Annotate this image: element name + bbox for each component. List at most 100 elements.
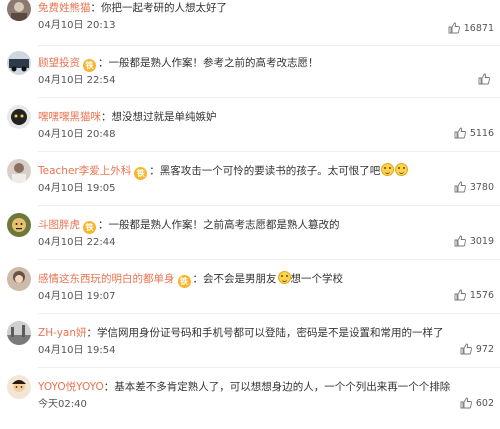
- thumbs-up-icon: [448, 22, 460, 34]
- avatar-image: [7, 159, 31, 183]
- username-link[interactable]: Teacher李爱上外科: [38, 165, 131, 177]
- like-button[interactable]: 1576: [454, 287, 494, 305]
- divider: [38, 313, 500, 314]
- like-count: 3019: [469, 236, 494, 247]
- colon-separator: ：: [192, 273, 204, 285]
- divider: [38, 259, 500, 260]
- comment-item: 斗图胖虎铁：一般都是熟人作案！之前高考志愿都是熟人篡改的 04月10日 22:4…: [0, 213, 500, 267]
- avatar[interactable]: [7, 375, 31, 399]
- username-link[interactable]: 嘿嘿嘿黑猫咪: [38, 111, 101, 123]
- laughing-emoji-icon: [381, 163, 395, 176]
- avatar[interactable]: [7, 267, 31, 291]
- fan-badge-icon: 铁: [177, 275, 191, 288]
- like-button[interactable]: 3780: [454, 179, 494, 197]
- comment-date: 04月10日 19:05: [38, 183, 116, 194]
- comment-text: 基本差不多肯定熟人了，可以想想身边的人，一个个列出来再一个个排除: [114, 381, 451, 393]
- avatar[interactable]: [7, 51, 31, 75]
- like-button[interactable]: 3019: [454, 233, 494, 251]
- avatar-image: [7, 267, 31, 291]
- colon-separator: ：: [90, 2, 102, 14]
- thumbs-up-icon: [478, 73, 490, 85]
- avatar-image: [7, 51, 31, 75]
- avatar-image: [7, 321, 31, 345]
- username-link[interactable]: ZH-yan妍: [38, 327, 87, 339]
- laughing-emoji-icon: [395, 163, 409, 176]
- thumbs-up-icon: [454, 235, 466, 247]
- comment-line: 斗图胖虎铁：一般都是熟人作案！之前高考志愿都是熟人篡改的: [38, 217, 490, 234]
- like-count: 3780: [469, 182, 494, 193]
- colon-separator: ：: [101, 111, 112, 123]
- username-link[interactable]: 顾望投资: [38, 57, 80, 69]
- comment-line: YOYO悦YOYO：基本差不多肯定熟人了，可以想想身边的人，一个个列出来再一个个…: [38, 379, 490, 395]
- comment-line: 顾望投资铁：一般都是熟人作案！参考之前的高考改志愿！: [38, 55, 490, 72]
- comment-line: ZH-yan妍：学信网用身份证号码和手机号都可以登陆，密码是不是设置和常用的一样…: [38, 325, 490, 341]
- fan-badge-icon: 铁: [83, 221, 96, 234]
- comment-line: 感情这东西玩的明白的都单身铁：会不会是男朋友 想一个学校: [38, 271, 490, 288]
- avatar-image: [7, 375, 31, 399]
- fan-badge-icon: 铁: [134, 167, 148, 180]
- comment-date: 今天02:40: [38, 399, 87, 410]
- avatar-image: [7, 105, 31, 129]
- like-count: 972: [475, 344, 494, 355]
- comment-date: 04月10日 20:48: [38, 129, 116, 140]
- comment-date: 04月10日 22:54: [38, 75, 116, 86]
- like-count: 602: [475, 398, 494, 409]
- comment-item: YOYO悦YOYO：基本差不多肯定熟人了，可以想想身边的人，一个个列出来再一个个…: [0, 375, 500, 429]
- like-count: 1576: [469, 290, 494, 301]
- comment-text-continued: 想一个学校: [290, 273, 344, 285]
- like-button[interactable]: 972: [460, 341, 494, 359]
- comment-date: 04月10日 19:54: [38, 345, 116, 356]
- avatar[interactable]: [7, 159, 31, 183]
- colon-separator: ：: [149, 165, 160, 177]
- divider: [38, 45, 500, 46]
- like-button[interactable]: 5116: [454, 125, 494, 143]
- avatar[interactable]: [7, 213, 31, 237]
- comment-text: 一般都是熟人作案！参考之前的高考改志愿！: [108, 57, 319, 69]
- colon-separator: ：: [103, 381, 115, 393]
- comment-item: 嘿嘿嘿黑猫咪：想没想过就是单纯嫉妒 04月10日 20:48 5116: [0, 105, 500, 159]
- colon-separator: ：: [86, 327, 98, 339]
- divider: [38, 151, 500, 152]
- comment-line: 嘿嘿嘿黑猫咪：想没想过就是单纯嫉妒: [38, 109, 490, 125]
- comment-item: ZH-yan妍：学信网用身份证号码和手机号都可以登陆，密码是不是设置和常用的一样…: [0, 321, 500, 375]
- comment-text: 会不会是男朋友: [203, 273, 277, 285]
- like-count: 5116: [469, 128, 494, 139]
- comment-text: 学信网用身份证号码和手机号都可以登陆，密码是不是设置和常用的一样了: [97, 327, 444, 339]
- comment-line: Teacher李爱上外科铁：黑客攻击一个可怜的要读书的孩子。太可恨了吧: [38, 163, 490, 180]
- colon-separator: ：: [98, 219, 109, 231]
- divider: [38, 97, 500, 98]
- avatar-image: [7, 0, 31, 21]
- username-link[interactable]: YOYO悦YOYO: [38, 381, 104, 393]
- username-link[interactable]: 感情这东西玩的明白的都单身: [38, 273, 175, 285]
- avatar[interactable]: [7, 321, 31, 345]
- thumbs-up-icon: [454, 181, 466, 193]
- comment-item: 感情这东西玩的明白的都单身铁：会不会是男朋友 想一个学校 04月10日 19:07…: [0, 267, 500, 321]
- avatar[interactable]: [7, 0, 31, 21]
- like-button[interactable]: [478, 71, 494, 89]
- colon-separator: ：: [98, 57, 109, 69]
- thinking-emoji-icon: [277, 271, 291, 284]
- avatar[interactable]: [7, 105, 31, 129]
- thumbs-up-icon: [460, 397, 472, 409]
- fan-badge-icon: 铁: [83, 59, 96, 72]
- avatar-image: [7, 213, 31, 237]
- like-count: 16871: [463, 23, 494, 34]
- thumbs-up-icon: [454, 127, 466, 139]
- comment-date: 04月10日 20:13: [38, 20, 116, 31]
- thumbs-up-icon: [460, 343, 472, 355]
- username-link[interactable]: 免费姓熊猫: [38, 2, 91, 14]
- like-button[interactable]: 602: [460, 395, 494, 413]
- comment-line: 免费姓熊猫：你把一起考研的人想太好了: [38, 0, 490, 16]
- comment-item: Teacher李爱上外科铁：黑客攻击一个可怜的要读书的孩子。太可恨了吧 04月1…: [0, 159, 500, 213]
- comment-date: 04月10日 22:44: [38, 237, 116, 248]
- thumbs-up-icon: [454, 289, 466, 301]
- comment-item: 免费姓熊猫：你把一起考研的人想太好了 04月10日 20:13 16871: [0, 0, 500, 54]
- comment-text: 一般都是熟人作案！之前高考志愿都是熟人篡改的: [108, 219, 340, 231]
- like-button[interactable]: 16871: [448, 20, 494, 38]
- comment-text: 黑客攻击一个可怜的要读书的孩子。太可恨了吧: [159, 165, 381, 177]
- username-link[interactable]: 斗图胖虎: [38, 219, 80, 231]
- comment-text: 你把一起考研的人想太好了: [101, 2, 227, 14]
- divider: [38, 367, 500, 368]
- comment-item: 顾望投资铁：一般都是熟人作案！参考之前的高考改志愿！ 04月10日 22:54: [0, 51, 500, 105]
- divider: [38, 205, 500, 206]
